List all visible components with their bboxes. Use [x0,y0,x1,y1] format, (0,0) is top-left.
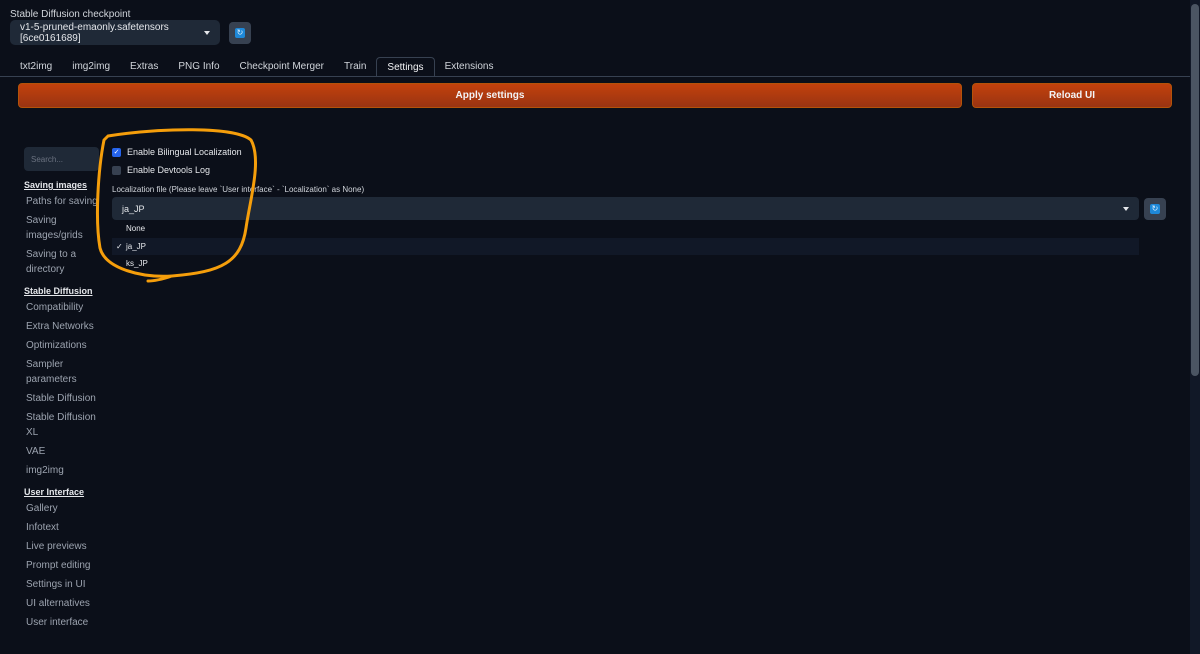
chevron-down-icon [1123,206,1129,211]
localization-file-select[interactable]: ja_JP [112,197,1139,220]
tab-png-info[interactable]: PNG Info [168,57,229,77]
bilingual-localization-checkbox[interactable]: ✓ [112,147,121,157]
localization-option-label: ja_JP [126,241,147,251]
sidebar-section-saving-images[interactable]: Saving images [24,180,104,190]
tab-checkpoint-merger[interactable]: Checkpoint Merger [230,57,334,77]
reload-ui-button[interactable]: Reload UI [972,83,1172,108]
sidebar-section-stable-diffusion[interactable]: Stable Diffusion [24,286,104,296]
checkpoint-value: v1-5-pruned-emaonly.safetensors [6ce0161… [20,21,169,44]
sidebar-item-saving-to-a-directory[interactable]: Saving to a directory [24,247,104,277]
sidebar-item-stable-diffusion-xl[interactable]: Stable Diffusion XL [24,410,104,440]
tab-img2img[interactable]: img2img [62,57,120,77]
sidebar-item-saving-images-grids[interactable]: Saving images/grids [24,213,104,243]
localization-option-ks-jp[interactable]: ks_JP [112,255,1139,273]
sidebar-item-infotext[interactable]: Infotext [24,520,104,535]
tab-txt2img[interactable]: txt2img [10,57,62,77]
main-tabs: txt2img img2img Extras PNG Info Checkpoint M… [10,57,503,77]
sidebar-item-stable-diffusion[interactable]: Stable Diffusion [24,391,104,406]
page-scrollbar-thumb[interactable] [1191,4,1199,376]
settings-search-input[interactable] [24,147,99,171]
sidebar-section-user-interface[interactable]: User Interface [24,487,104,497]
devtools-log-label: Enable Devtools Log [127,165,211,175]
sidebar-item-ui-alternatives[interactable]: UI alternatives [24,596,104,611]
sidebar-item-compatibility[interactable]: Compatibility [24,300,104,315]
localization-option-none[interactable]: None [112,220,1139,238]
bilingual-localization-label: Enable Bilingual Localization [127,147,242,157]
sidebar-item-extra-networks[interactable]: Extra Networks [24,319,104,334]
sidebar-item-live-previews[interactable]: Live previews [24,539,104,554]
sidebar-item-prompt-editing[interactable]: Prompt editing [24,558,104,573]
sidebar-item-img2img[interactable]: img2img [24,463,104,478]
check-icon: ✓ [116,241,123,251]
devtools-log-row[interactable]: Enable Devtools Log [112,165,210,175]
sidebar-item-settings-in-ui[interactable]: Settings in UI [24,577,104,592]
sidebar-item-paths-for-saving[interactable]: Paths for saving [24,194,104,209]
bilingual-localization-row[interactable]: ✓ Enable Bilingual Localization [112,147,242,157]
tab-extras[interactable]: Extras [120,57,168,77]
refresh-icon: ↻ [1150,204,1160,214]
chevron-down-icon [204,30,210,35]
localization-option-ja-jp[interactable]: ✓ ja_JP [112,237,1139,255]
sidebar-item-gallery[interactable]: Gallery [24,501,104,516]
sidebar-item-sampler-parameters[interactable]: Sampler parameters [24,357,104,387]
localization-file-label: Localization file (Please leave `User in… [112,185,365,194]
refresh-icon: ↻ [235,28,245,38]
tab-settings[interactable]: Settings [376,57,435,77]
sidebar-item-optimizations[interactable]: Optimizations [24,338,104,353]
tab-train[interactable]: Train [334,57,376,77]
localization-file-value: ja_JP [122,203,145,214]
checkpoint-select[interactable]: v1-5-pruned-emaonly.safetensors [6ce0161… [10,20,220,45]
tab-divider [0,76,1200,77]
checkpoint-label: Stable Diffusion checkpoint [10,9,131,20]
settings-sidebar: Saving images Paths for saving Saving imag… [24,180,104,634]
refresh-checkpoint-button[interactable]: ↻ [229,22,251,44]
refresh-localization-button[interactable]: ↻ [1144,198,1166,220]
devtools-log-checkbox[interactable] [112,165,121,175]
localization-option-label: ks_JP [126,259,148,268]
localization-option-label: None [126,224,146,233]
tab-extensions[interactable]: Extensions [435,57,504,77]
apply-settings-button[interactable]: Apply settings [18,83,962,108]
localization-dropdown-menu: None ✓ ja_JP ks_JP [112,220,1139,273]
sidebar-item-user-interface[interactable]: User interface [24,615,104,630]
sidebar-item-vae[interactable]: VAE [24,444,104,459]
